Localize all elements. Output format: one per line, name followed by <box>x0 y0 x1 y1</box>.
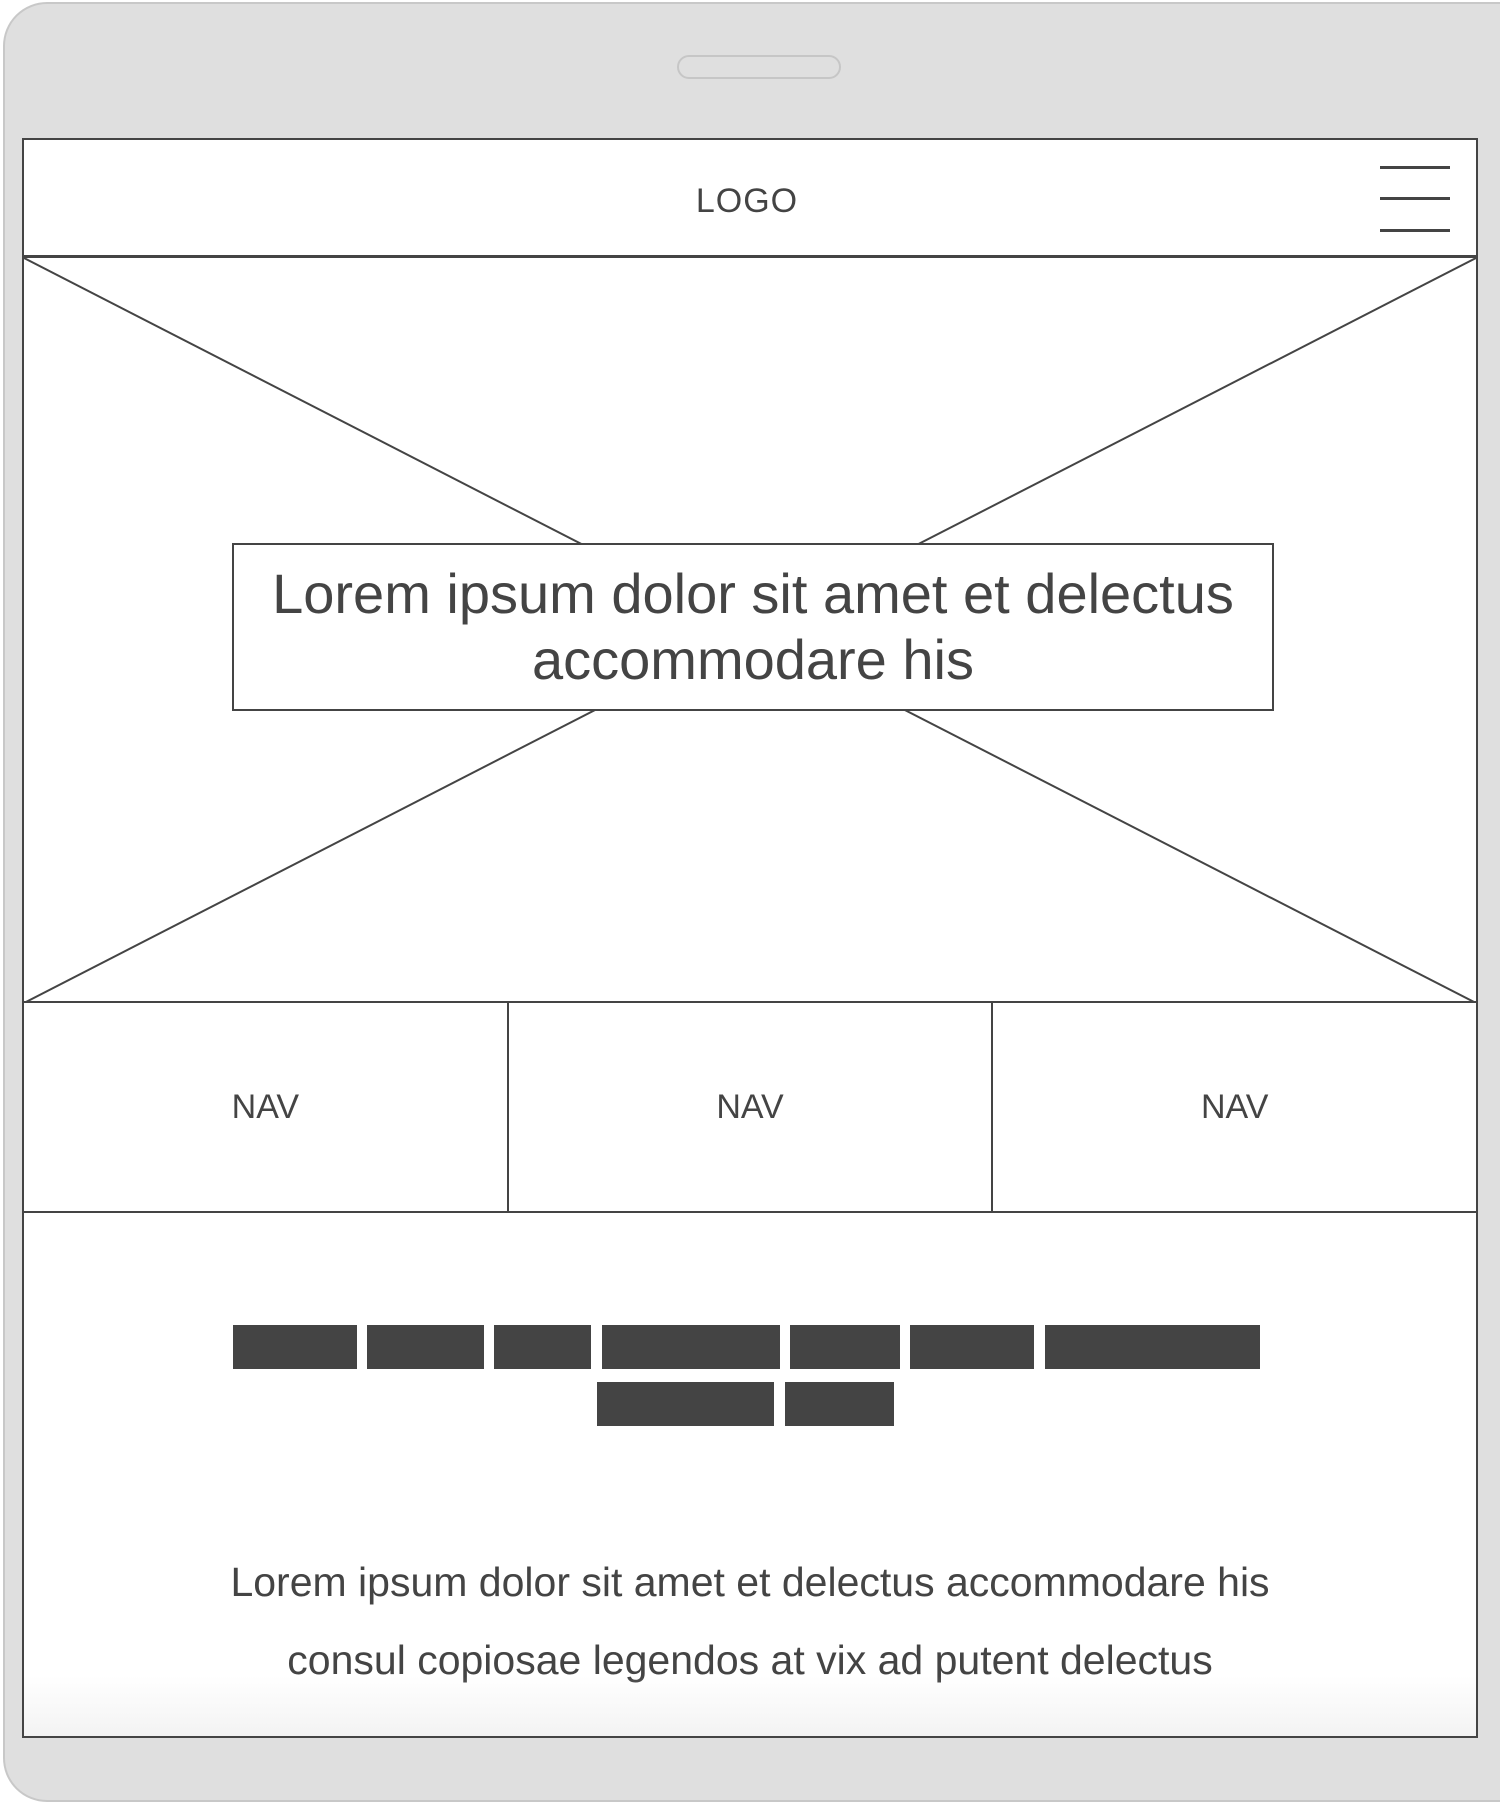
text-block <box>602 1325 780 1369</box>
paragraph-line: Lorem ipsum dolor sit amet et delectus a… <box>230 1559 1270 1605</box>
body-paragraph: Lorem ipsum dolor sit amet et delectus a… <box>24 1543 1476 1699</box>
hamburger-menu-icon[interactable] <box>1380 166 1450 232</box>
hero-image-placeholder: Lorem ipsum dolor sit amet et delectus a… <box>24 258 1476 1003</box>
text-block <box>494 1325 591 1369</box>
text-block <box>597 1382 774 1426</box>
site-header: LOGO <box>24 140 1476 258</box>
speaker-slot <box>677 55 841 79</box>
hamburger-line <box>1380 197 1450 200</box>
nav-bar: NAV NAV NAV <box>24 1003 1476 1213</box>
text-block <box>790 1325 900 1369</box>
nav-item-1[interactable]: NAV <box>24 1003 507 1211</box>
screen: LOGO Lorem ipsum dolor sit amet et delec… <box>22 138 1478 1738</box>
text-block <box>910 1325 1034 1369</box>
text-block <box>367 1325 484 1369</box>
paragraph-line: consul copiosae legendos at vix ad puten… <box>287 1637 1213 1683</box>
text-block <box>785 1382 894 1426</box>
nav-item-3[interactable]: NAV <box>991 1003 1476 1211</box>
nav-item-2[interactable]: NAV <box>506 1003 992 1211</box>
hamburger-line <box>1380 229 1450 232</box>
hamburger-line <box>1380 166 1450 169</box>
hero-caption: Lorem ipsum dolor sit amet et delectus a… <box>232 543 1274 711</box>
text-block <box>233 1325 357 1369</box>
logo[interactable]: LOGO <box>24 182 1476 221</box>
text-block <box>1045 1325 1260 1369</box>
